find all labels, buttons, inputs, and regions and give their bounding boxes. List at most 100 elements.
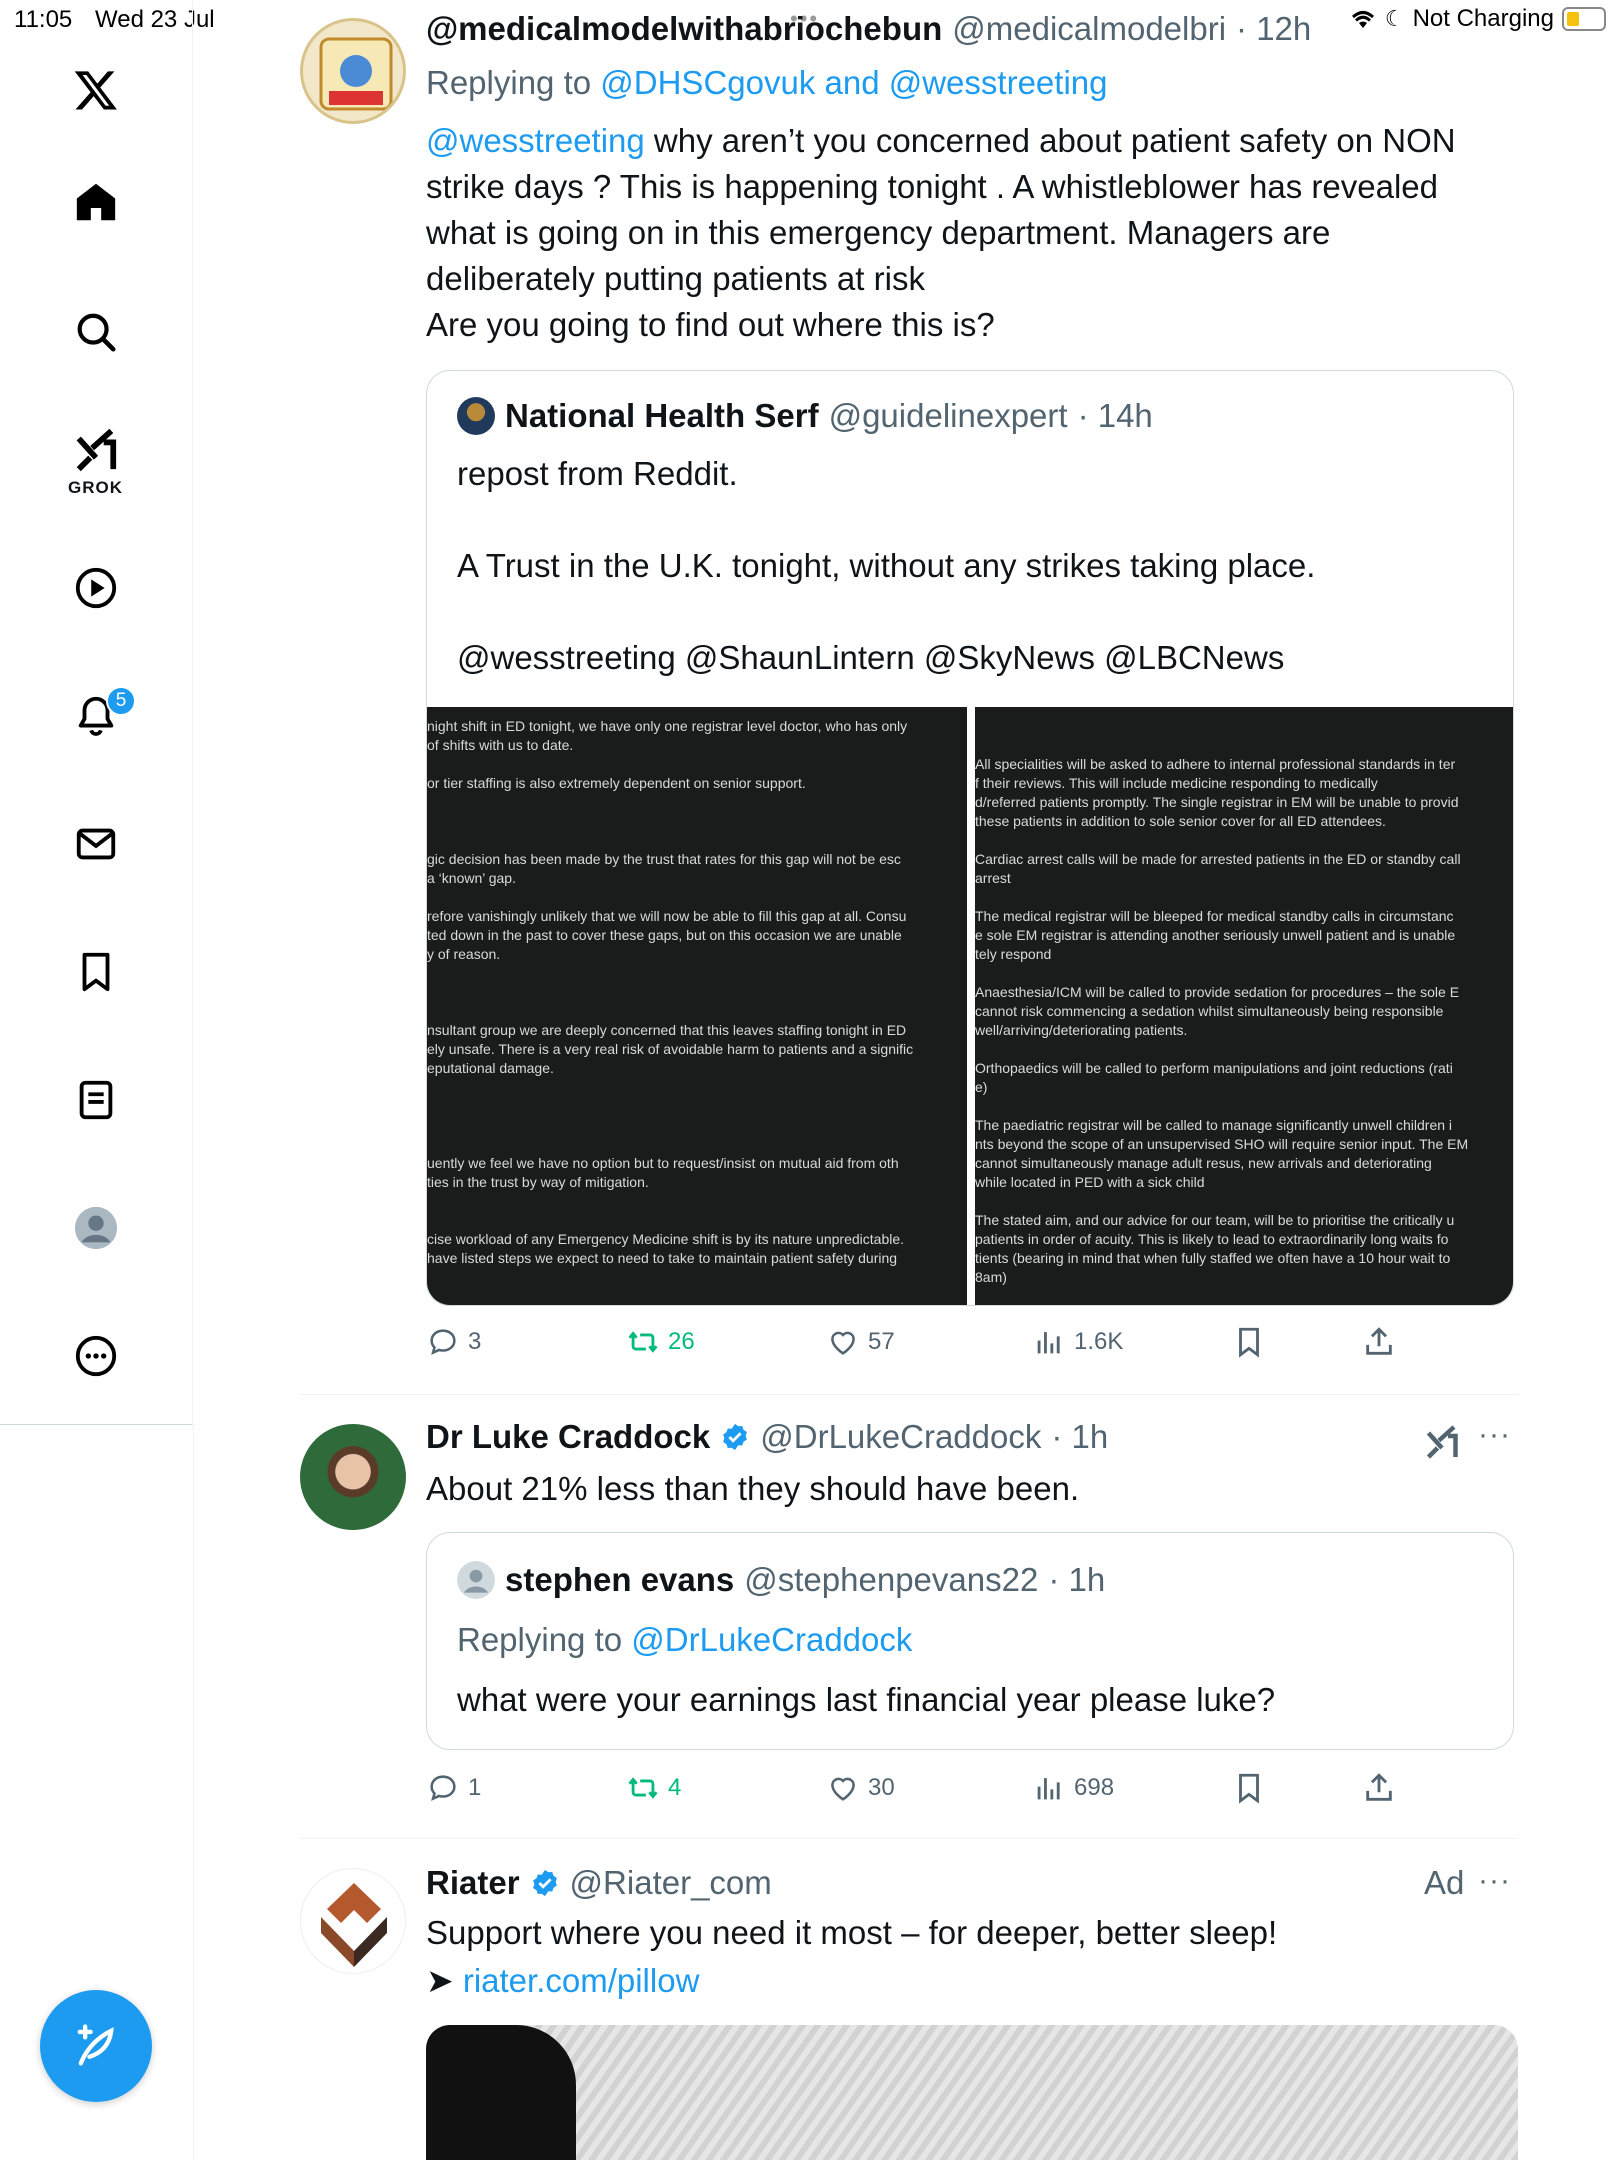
charging-status: Not Charging — [1412, 5, 1554, 32]
like-count: 30 — [868, 1774, 895, 1801]
reply-button[interactable]: 3 — [426, 1325, 481, 1359]
text-line: A Trust in the U.K. tonight, without any… — [457, 547, 1316, 584]
share-button[interactable] — [1362, 1325, 1396, 1359]
list-icon[interactable] — [70, 1074, 122, 1126]
avatar[interactable] — [300, 1424, 406, 1530]
share-button[interactable] — [1362, 1771, 1396, 1805]
grok-explain-icon[interactable] — [1424, 1424, 1460, 1465]
profile-icon[interactable] — [70, 1202, 122, 1254]
quote-author-name: National Health Serf — [505, 397, 819, 434]
author-handle[interactable]: @Riater_com — [570, 1864, 772, 1902]
media-text-line: Anaesthesia/ICM will be called to provid… — [975, 984, 1460, 1000]
replying-prefix: Replying to — [426, 64, 601, 101]
media-text-line: eputational damage. — [427, 1060, 554, 1076]
status-right: ☾ Not Charging — [1349, 5, 1606, 33]
verified-badge-icon — [532, 1869, 557, 1897]
quote-media[interactable]: night shift in ED tonight, we have only … — [427, 707, 1513, 1305]
media-text-line: d/referred patients promptly. The single… — [975, 794, 1459, 810]
quote-header: stephen evans @stephenpevans22 · 1h — [457, 1561, 1105, 1599]
media-text-line: cannot risk commencing a sedation whilst… — [975, 1003, 1444, 1019]
views-button[interactable]: 698 — [1032, 1771, 1114, 1805]
media-image-left[interactable]: night shift in ED tonight, we have only … — [427, 707, 967, 1305]
more-options-icon[interactable]: ··· — [1478, 1418, 1511, 1452]
share-icon — [1366, 1773, 1392, 1801]
search-icon[interactable] — [70, 306, 122, 358]
repost-icon — [628, 1777, 658, 1799]
media-text-line: e) — [975, 1079, 988, 1095]
home-icon[interactable] — [70, 176, 122, 228]
media-text-line: arrest — [975, 870, 1011, 886]
more-circle-icon[interactable] — [70, 1330, 122, 1382]
quote-header: National Health Serf @guidelinexpert · 1… — [457, 397, 1153, 435]
repost-button[interactable]: 26 — [626, 1325, 695, 1359]
replying-to: Replying to @DHSCgovuk and @wesstreeting — [426, 60, 1107, 106]
media-text-line: these patients in addition to sole senio… — [975, 813, 1386, 829]
wifi-icon — [1351, 11, 1374, 28]
tweet-actions: 3 26 57 1.6K — [426, 1325, 1426, 1365]
ad-media-image[interactable] — [426, 2025, 1518, 2160]
author-handle[interactable]: @DrLukeCraddock — [760, 1418, 1041, 1456]
like-button[interactable]: 30 — [826, 1771, 895, 1805]
text-line: what is going on in this emergency depar… — [426, 214, 1331, 251]
mention-link[interactable]: @wesstreeting — [426, 122, 645, 159]
media-text-line: nsultant group we are deeply concerned t… — [427, 1022, 907, 1038]
tweet-text: Support where you need it most – for dee… — [426, 1914, 1278, 1951]
media-text-line: night shift in ED tonight, we have only … — [427, 718, 908, 734]
text-line: @wesstreeting @ShaunLintern @SkyNews @LB… — [457, 639, 1285, 676]
author-name[interactable]: Dr Luke Craddock — [426, 1418, 710, 1456]
media-text-line: uently we feel we have no option but to … — [427, 1155, 899, 1171]
views-icon — [1037, 1778, 1060, 1800]
quote-author-handle: @stephenpevans22 — [744, 1561, 1039, 1598]
bookmark-icon[interactable] — [70, 946, 122, 998]
text-line: repost from Reddit. — [457, 455, 738, 492]
x-logo-icon[interactable] — [70, 64, 122, 116]
more-options-icon[interactable]: ··· — [1478, 1864, 1511, 1898]
quoted-tweet[interactable]: National Health Serf @guidelinexpert · 1… — [426, 370, 1514, 1306]
avatar[interactable] — [300, 18, 406, 124]
author-name[interactable]: @medicalmodelwithabriochebun — [426, 10, 942, 48]
media-text-line: tients (bearing in mind that when fully … — [975, 1250, 1451, 1266]
compose-button[interactable] — [40, 1990, 152, 2102]
media-text-line: nts beyond the scope of an unsupervised … — [975, 1136, 1469, 1152]
media-text-line: e sole EM registrar is attending another… — [975, 927, 1456, 943]
avatar[interactable] — [300, 1868, 406, 1974]
reply-count: 1 — [468, 1774, 482, 1801]
quote-author-name: stephen evans — [505, 1561, 735, 1598]
media-text-line: The medical registrar will be bleeped fo… — [975, 908, 1454, 924]
media-image-right[interactable]: All specialities will be asked to adhere… — [975, 707, 1513, 1305]
mail-icon[interactable] — [70, 818, 122, 870]
media-text-line: patients in order of acuity. This is lik… — [975, 1231, 1449, 1247]
views-button[interactable]: 1.6K — [1032, 1325, 1123, 1359]
repost-button[interactable]: 4 — [626, 1771, 681, 1805]
media-text-line: The paediatric registrar will be called … — [975, 1117, 1453, 1133]
view-count: 698 — [1074, 1774, 1115, 1801]
reply-button[interactable]: 1 — [426, 1771, 481, 1805]
play-icon[interactable] — [70, 562, 122, 614]
media-text-line: ely unsafe. There is a very real risk of… — [427, 1041, 914, 1057]
tweet-time[interactable]: · 12h — [1236, 10, 1311, 48]
author-handle[interactable]: @medicalmodelbri — [952, 10, 1226, 48]
media-text-line: well/arriving/deteriorating patients. — [975, 1022, 1188, 1038]
bookmark-button[interactable] — [1232, 1325, 1266, 1359]
views-icon — [1037, 1332, 1060, 1354]
reply-count: 3 — [468, 1328, 482, 1355]
repost-count: 26 — [668, 1328, 695, 1355]
quote-avatar — [457, 1561, 495, 1599]
heart-icon — [831, 1777, 855, 1801]
grok-icon[interactable] — [70, 424, 122, 476]
media-text-line: or tier staffing is also extremely depen… — [427, 775, 806, 791]
bookmark-icon — [1239, 1327, 1259, 1358]
replying-to-link[interactable]: @DHSCgovuk and @wesstreeting — [600, 64, 1107, 101]
like-button[interactable]: 57 — [826, 1325, 895, 1359]
like-count: 57 — [868, 1328, 895, 1355]
media-text-line: ted down in the past to cover these gaps… — [427, 927, 902, 943]
ad-link[interactable]: riater.com/pillow — [463, 1962, 700, 1999]
quote-time: · 1h — [1048, 1561, 1106, 1598]
quote-author-handle: @guidelinexpert — [828, 397, 1068, 434]
quoted-tweet[interactable]: stephen evans @stephenpevans22 · 1h Repl… — [426, 1532, 1514, 1750]
bookmark-button[interactable] — [1232, 1771, 1266, 1805]
author-name[interactable]: Riater — [426, 1864, 520, 1902]
replying-to-link[interactable]: @DrLukeCraddock — [631, 1621, 912, 1658]
repost-icon — [628, 1331, 658, 1353]
tweet-time[interactable]: · 1h — [1051, 1418, 1108, 1456]
